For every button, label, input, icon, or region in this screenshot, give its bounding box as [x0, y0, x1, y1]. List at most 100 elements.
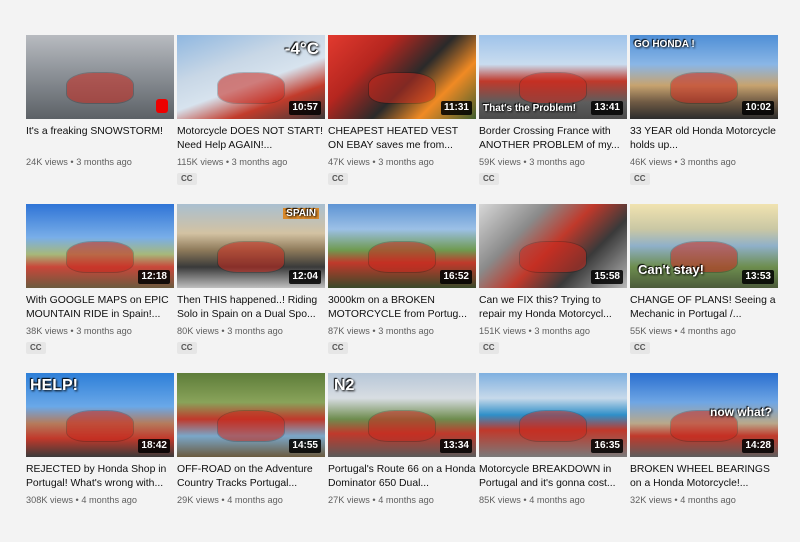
video-upload-age: 4 months ago: [529, 495, 585, 505]
video-row: HELP! 18:42 REJECTED by Honda Shop in Port…: [26, 373, 778, 525]
motorcycle-illustration: [671, 72, 737, 104]
video-title[interactable]: Border Crossing France with ANOTHER PROB…: [479, 125, 627, 153]
video-thumbnail[interactable]: [26, 35, 174, 119]
video-thumbnail[interactable]: -4°C 10:57: [177, 35, 325, 119]
video-title[interactable]: CHANGE OF PLANS! Seeing a Mechanic in Po…: [630, 294, 778, 322]
thumbnail-overlay-text: HELP!: [30, 377, 78, 394]
metadata-separator: •: [520, 495, 530, 505]
video-view-count: 55K views: [630, 326, 672, 336]
closed-captions-badge: CC: [328, 173, 348, 185]
video-card[interactable]: -4°C 10:57 Motorcycle DOES NOT START! Need…: [177, 35, 325, 187]
thumbnail-overlay-text: -4°C: [284, 39, 319, 58]
video-view-count: 38K views: [26, 326, 68, 336]
video-thumbnail[interactable]: 15:58: [479, 204, 627, 288]
video-view-count: 151K views: [479, 326, 526, 336]
video-title[interactable]: BROKEN WHEEL BEARINGS on a Honda Motorcy…: [630, 463, 778, 491]
video-card[interactable]: Can't stay! 13:53 CHANGE OF PLANS! Seeing …: [630, 204, 778, 356]
motorcycle-illustration: [218, 410, 284, 442]
video-view-count: 29K views: [177, 495, 219, 505]
video-card[interactable]: 15:58 Can we FIX this? Trying to repair m…: [479, 204, 627, 356]
thumbnail-overlay-text: N2: [334, 377, 355, 394]
video-title[interactable]: Can we FIX this? Trying to repair my Hon…: [479, 294, 627, 322]
video-metadata: 151K views • 3 months ago: [479, 325, 627, 337]
video-view-count: 80K views: [177, 326, 219, 336]
video-view-count: 46K views: [630, 157, 672, 167]
video-card[interactable]: 12:18 With GOOGLE MAPS on EPIC MOUNTAIN R…: [26, 204, 174, 356]
video-metadata: 55K views • 4 months ago: [630, 325, 778, 337]
video-title[interactable]: Motorcycle BREAKDOWN in Portugal and it'…: [479, 463, 627, 491]
closed-captions-badge: CC: [479, 173, 499, 185]
video-thumbnail[interactable]: SPAIN 12:04: [177, 204, 325, 288]
video-duration-badge: 14:55: [289, 439, 321, 453]
video-metadata: 29K views • 4 months ago: [177, 494, 325, 506]
video-metadata: 47K views • 3 months ago: [328, 156, 476, 168]
video-thumbnail[interactable]: Can't stay! 13:53: [630, 204, 778, 288]
motorcycle-illustration: [218, 241, 284, 273]
video-card[interactable]: 16:52 3000km on a BROKEN MOTORCYCLE from …: [328, 204, 476, 356]
video-thumbnail[interactable]: now what? 14:28: [630, 373, 778, 457]
video-title[interactable]: Then THIS happened..! Riding Solo in Spa…: [177, 294, 325, 322]
video-title[interactable]: It's a freaking SNOWSTORM!: [26, 125, 174, 153]
video-metadata: 308K views • 4 months ago: [26, 494, 174, 506]
video-card[interactable]: N2 13:34 Portugal's Route 66 on a Honda Do…: [328, 373, 476, 525]
closed-captions-badge: CC: [177, 342, 197, 354]
video-thumbnail[interactable]: 14:55: [177, 373, 325, 457]
video-duration-badge: 13:41: [591, 101, 623, 115]
video-metadata: 87K views • 3 months ago: [328, 325, 476, 337]
video-view-count: 47K views: [328, 157, 370, 167]
video-title[interactable]: 33 YEAR old Honda Motorcycle holds up...: [630, 125, 778, 153]
video-thumbnail[interactable]: 11:31: [328, 35, 476, 119]
video-card[interactable]: That's the Problem! 13:41 Border Crossing …: [479, 35, 627, 187]
video-card[interactable]: 16:35 Motorcycle BREAKDOWN in Portugal an…: [479, 373, 627, 525]
closed-captions-badge: CC: [26, 342, 46, 354]
video-card[interactable]: 11:31 CHEAPEST HEATED VEST ON EBAY saves …: [328, 35, 476, 187]
video-upload-age: 3 months ago: [529, 157, 585, 167]
metadata-separator: •: [520, 157, 530, 167]
video-thumbnail[interactable]: N2 13:34: [328, 373, 476, 457]
motorcycle-illustration: [520, 241, 586, 273]
metadata-separator: •: [671, 495, 681, 505]
video-thumbnail[interactable]: HELP! 18:42: [26, 373, 174, 457]
video-thumbnail[interactable]: GO HONDA ! 10:02: [630, 35, 778, 119]
video-title[interactable]: Portugal's Route 66 on a Honda Dominator…: [328, 463, 476, 491]
video-metadata: 27K views • 4 months ago: [328, 494, 476, 506]
motorcycle-illustration: [520, 410, 586, 442]
video-view-count: 308K views: [26, 495, 73, 505]
thumbnail-overlay-text: That's the Problem!: [483, 103, 576, 114]
motorcycle-illustration: [67, 72, 133, 104]
video-row: 12:18 With GOOGLE MAPS on EPIC MOUNTAIN R…: [26, 204, 778, 356]
video-metadata: 46K views • 3 months ago: [630, 156, 778, 168]
video-thumbnail[interactable]: 16:35: [479, 373, 627, 457]
video-thumbnail[interactable]: 16:52: [328, 204, 476, 288]
video-title[interactable]: REJECTED by Honda Shop in Portugal! What…: [26, 463, 174, 491]
video-title[interactable]: Motorcycle DOES NOT START! Need Help AGA…: [177, 125, 325, 153]
metadata-separator: •: [369, 157, 379, 167]
thumbnail-overlay-text: Can't stay!: [638, 262, 704, 277]
closed-captions-badge: CC: [177, 173, 197, 185]
video-view-count: 24K views: [26, 157, 68, 167]
video-metadata: 32K views • 4 months ago: [630, 494, 778, 506]
video-view-count: 115K views: [177, 157, 224, 167]
video-upload-age: 3 months ago: [231, 157, 288, 167]
video-duration-badge: 15:58: [591, 270, 623, 284]
video-card[interactable]: SPAIN 12:04 Then THIS happened..! Riding S…: [177, 204, 325, 356]
shorts-icon: [156, 99, 168, 113]
video-duration-badge: 13:34: [440, 439, 472, 453]
video-thumbnail[interactable]: 12:18: [26, 204, 174, 288]
video-card[interactable]: GO HONDA ! 10:02 33 YEAR old Honda Motorcy…: [630, 35, 778, 187]
video-thumbnail[interactable]: That's the Problem! 13:41: [479, 35, 627, 119]
video-metadata: 59K views • 3 months ago: [479, 156, 627, 168]
video-title[interactable]: 3000km on a BROKEN MOTORCYCLE from Portu…: [328, 294, 476, 322]
video-card[interactable]: now what? 14:28 BROKEN WHEEL BEARINGS on a…: [630, 373, 778, 525]
video-title[interactable]: OFF-ROAD on the Adventure Country Tracks…: [177, 463, 325, 491]
motorcycle-illustration: [369, 72, 435, 104]
video-view-count: 27K views: [328, 495, 370, 505]
video-duration-badge: 10:02: [742, 101, 774, 115]
video-title[interactable]: With GOOGLE MAPS on EPIC MOUNTAIN RIDE i…: [26, 294, 174, 322]
video-title[interactable]: CHEAPEST HEATED VEST ON EBAY saves me fr…: [328, 125, 476, 153]
video-card[interactable]: 14:55 OFF-ROAD on the Adventure Country T…: [177, 373, 325, 525]
video-upload-age: 3 months ago: [378, 157, 434, 167]
closed-captions-badge: CC: [328, 342, 348, 354]
video-card[interactable]: It's a freaking SNOWSTORM! 24K views • 3 …: [26, 35, 174, 187]
video-card[interactable]: HELP! 18:42 REJECTED by Honda Shop in Port…: [26, 373, 174, 525]
